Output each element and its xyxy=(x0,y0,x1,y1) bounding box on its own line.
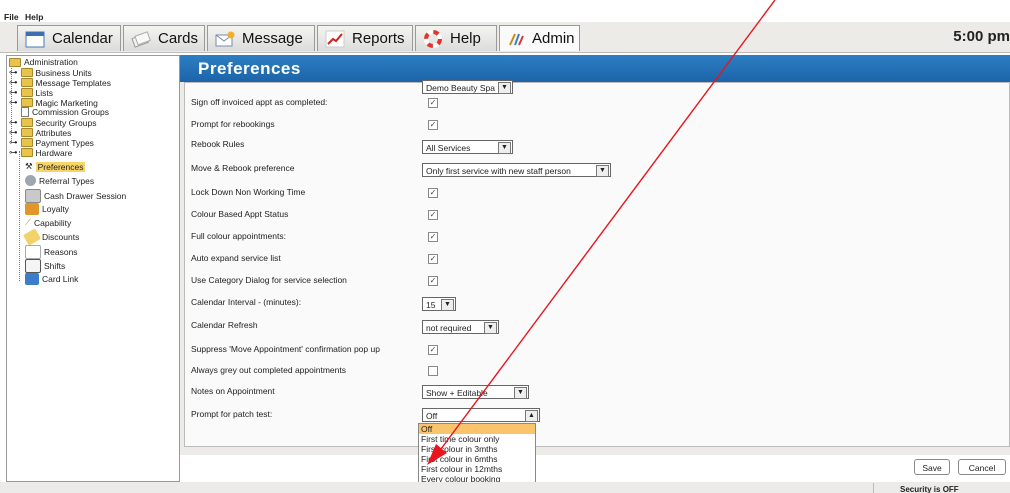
annotation-arrow xyxy=(427,0,776,465)
annotation-arrow-head xyxy=(427,444,447,465)
annotation-arrow-line xyxy=(434,0,776,458)
